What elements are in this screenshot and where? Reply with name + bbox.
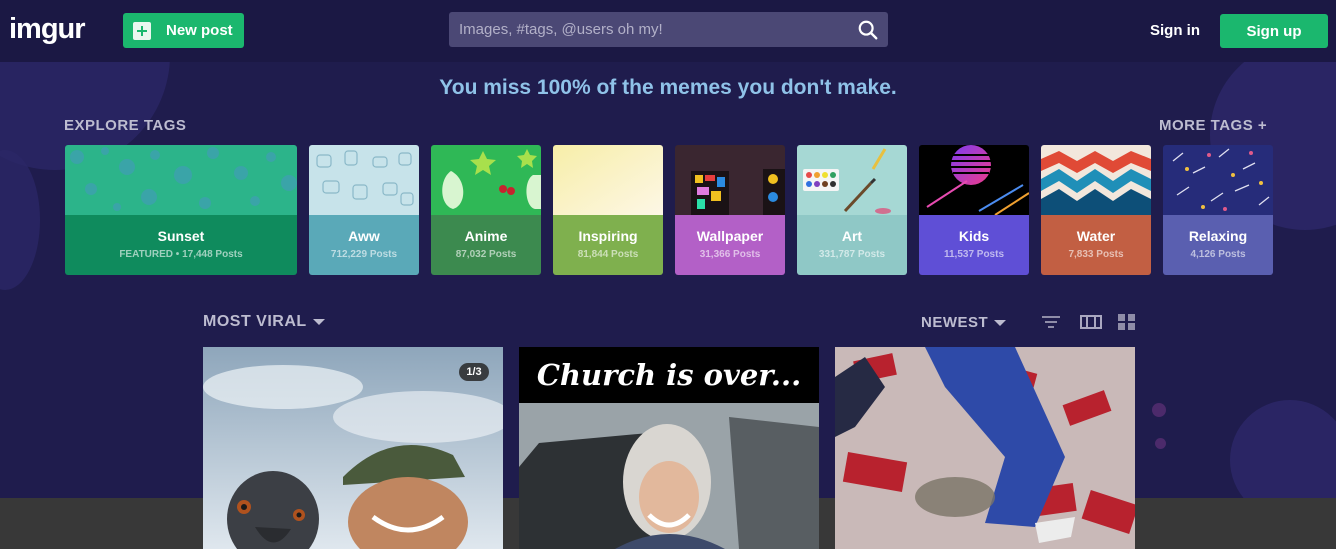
tag-name: Sunset: [157, 228, 205, 244]
more-tags-link[interactable]: MORE TAGS +: [1159, 117, 1267, 134]
post-image-emu-selfie: [203, 347, 503, 549]
tag-name: Inspiring: [578, 228, 638, 244]
tag-info: Water 7,833 Posts: [1041, 215, 1151, 275]
tag-name: Relaxing: [1188, 228, 1248, 244]
tag-name: Art: [841, 228, 863, 244]
sign-in-link[interactable]: Sign in: [1150, 22, 1200, 39]
plus-icon: [133, 21, 151, 40]
post-card[interactable]: [835, 347, 1135, 549]
sort-label: MOST VIRAL: [203, 313, 307, 330]
sunset-thumbnail: [65, 145, 297, 215]
tag-name: Aww: [348, 228, 380, 244]
art-thumbnail: [797, 145, 907, 215]
tag-card-water[interactable]: Water 7,833 Posts: [1041, 145, 1151, 275]
filter-icon[interactable]: [1041, 313, 1061, 331]
background-bubble: [0, 150, 40, 290]
order-label: NEWEST: [921, 314, 989, 331]
background-dot: [1155, 438, 1166, 449]
explore-tags-heading: EXPLORE TAGS: [64, 117, 187, 134]
grid-view-icon[interactable]: [1117, 313, 1137, 331]
tag-post-count: FEATURED • 17,448 Posts: [119, 249, 243, 260]
tag-card-relaxing[interactable]: Relaxing 4,126 Posts: [1163, 145, 1273, 275]
tag-post-count: 331,787 Posts: [818, 249, 886, 260]
tag-info: Inspiring 81,844 Posts: [553, 215, 663, 275]
tag-name: Anime: [464, 228, 508, 244]
uniform-grid-view-icon[interactable]: [1079, 313, 1103, 331]
background-dot: [1152, 403, 1166, 417]
tag-post-count: 11,537 Posts: [943, 249, 1005, 260]
tag-info: Sunset FEATURED • 17,448 Posts: [65, 215, 297, 275]
caret-down-icon: [312, 319, 325, 325]
tag-card-kids[interactable]: Kids 11,537 Posts: [919, 145, 1029, 275]
tag-card-inspiring[interactable]: Inspiring 81,844 Posts: [553, 145, 663, 275]
post-card[interactable]: Church is over...: [519, 347, 819, 549]
tag-name: Wallpaper: [696, 228, 764, 244]
tag-name: Kids: [958, 228, 990, 244]
tag-card-anime[interactable]: Anime 87,032 Posts: [431, 145, 541, 275]
tag-post-count: 87,032 Posts: [455, 249, 517, 260]
tag-info: Aww 712,229 Posts: [309, 215, 419, 275]
tag-post-count: 7,833 Posts: [1068, 249, 1124, 260]
aww-thumbnail: [309, 145, 419, 215]
search-icon[interactable]: [857, 19, 879, 41]
search-box: [449, 12, 888, 47]
search-input[interactable]: [449, 12, 857, 47]
sort-dropdown[interactable]: MOST VIRAL: [203, 313, 325, 331]
wallpaper-thumbnail: [675, 145, 785, 215]
tag-info: Kids 11,537 Posts: [919, 215, 1029, 275]
sign-up-button[interactable]: Sign up: [1220, 14, 1328, 48]
tag-post-count: 81,844 Posts: [577, 249, 639, 260]
tag-card-sunset[interactable]: Sunset FEATURED • 17,448 Posts: [65, 145, 297, 275]
tag-post-count: 4,126 Posts: [1190, 249, 1246, 260]
anime-thumbnail: [431, 145, 541, 215]
tag-card-wallpaper[interactable]: Wallpaper 31,366 Posts: [675, 145, 785, 275]
tag-info: Art 331,787 Posts: [797, 215, 907, 275]
tag-post-count: 31,366 Posts: [699, 249, 761, 260]
post-card[interactable]: 1/3: [203, 347, 503, 549]
tag-info: Relaxing 4,126 Posts: [1163, 215, 1273, 275]
imgur-logo[interactable]: imgur: [9, 13, 86, 46]
water-thumbnail: [1041, 145, 1151, 215]
top-bar: imgur New post Sign in Sign up: [0, 0, 1336, 62]
order-dropdown[interactable]: NEWEST: [921, 314, 1007, 331]
tagline: You miss 100% of the memes you don't mak…: [439, 76, 897, 99]
tag-card-art[interactable]: Art 331,787 Posts: [797, 145, 907, 275]
tag-info: Wallpaper 31,366 Posts: [675, 215, 785, 275]
new-post-label: New post: [166, 22, 233, 39]
kids-thumbnail: [919, 145, 1029, 215]
tag-post-count: 712,229 Posts: [330, 249, 398, 260]
caret-down-icon: [994, 319, 1007, 326]
post-image-red-debris: [835, 347, 1135, 549]
inspiring-thumbnail: [553, 145, 663, 215]
relaxing-thumbnail: [1163, 145, 1273, 215]
tag-info: Anime 87,032 Posts: [431, 215, 541, 275]
meme-caption: Church is over...: [519, 347, 819, 403]
tag-card-aww[interactable]: Aww 712,229 Posts: [309, 145, 419, 275]
album-count-badge: 1/3: [459, 363, 489, 381]
new-post-button[interactable]: New post: [123, 13, 244, 48]
tag-name: Water: [1076, 228, 1116, 244]
